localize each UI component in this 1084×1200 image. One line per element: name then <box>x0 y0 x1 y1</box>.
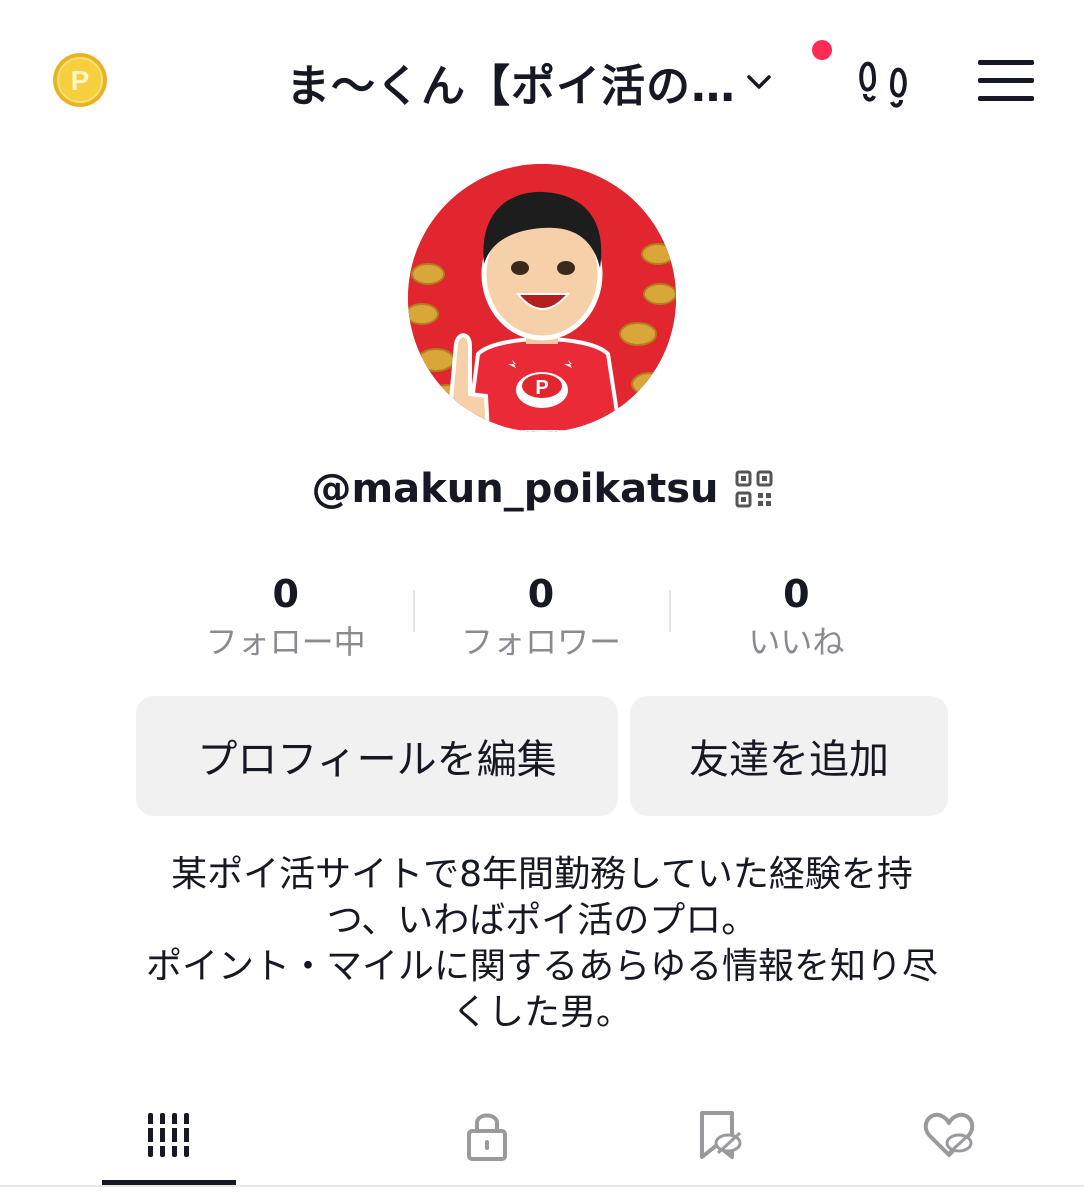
hamburger-menu-icon[interactable] <box>978 58 1034 102</box>
content-tabs <box>40 1100 1064 1170</box>
username-handle: @makun_poikatsu <box>311 466 719 512</box>
tab-videos[interactable] <box>40 1100 371 1170</box>
edit-profile-button[interactable]: プロフィールを編集 <box>136 696 618 816</box>
tab-divider <box>0 1185 1084 1187</box>
footprint-icon[interactable] <box>856 54 912 110</box>
following-count: 0 <box>272 572 299 616</box>
bio-line: つ、いわばポイ活のプロ。 <box>326 900 758 941</box>
tab-private[interactable] <box>371 1100 602 1170</box>
profile-bio: 某ポイ活サイトで8年間勤務していた経験を持 つ、いわばポイ活のプロ。 ポイント・… <box>100 852 984 1036</box>
account-switcher[interactable]: ま〜くん【ポイ活の… <box>286 52 774 112</box>
bio-line: ポイント・マイルに関するあらゆる情報を知り尽 <box>145 946 938 987</box>
tab-saved[interactable] <box>602 1100 833 1170</box>
likes-label: いいね <box>748 623 845 661</box>
avatar-illustration: P <box>408 164 676 432</box>
qr-code-icon[interactable] <box>735 470 773 508</box>
svg-text:P: P <box>535 377 548 399</box>
followers-label: フォロワー <box>460 623 621 661</box>
stat-divider <box>413 590 416 632</box>
liked-hidden-icon <box>923 1112 974 1157</box>
account-name[interactable]: ま〜くん【ポイ活の… <box>286 50 736 114</box>
lock-icon <box>466 1113 507 1161</box>
stat-likes[interactable]: 0 いいね <box>668 568 924 664</box>
bio-line: くした男。 <box>451 992 632 1033</box>
following-label: フォロー中 <box>205 623 366 661</box>
stat-following[interactable]: 0 フォロー中 <box>158 568 413 664</box>
followers-count: 0 <box>527 572 555 616</box>
add-friends-button[interactable]: 友達を追加 <box>630 696 948 816</box>
tab-liked[interactable] <box>833 1100 1064 1170</box>
stats-row: 0 フォロー中 0 フォロワー 0 いいね <box>158 568 924 664</box>
svg-text:P: P <box>71 65 90 96</box>
grid-videos-icon <box>144 1113 192 1157</box>
likes-count: 0 <box>783 572 810 616</box>
avatar[interactable]: P <box>408 164 676 432</box>
stat-followers[interactable]: 0 フォロワー <box>413 568 668 664</box>
notification-dot <box>812 40 832 60</box>
chevron-down-icon[interactable] <box>744 67 774 97</box>
stat-divider <box>668 590 671 632</box>
bio-line: 某ポイ活サイトで8年間勤務していた経験を持 <box>171 854 913 895</box>
bookmark-hidden-icon <box>699 1111 741 1159</box>
points-coin-icon[interactable]: P <box>52 52 108 108</box>
